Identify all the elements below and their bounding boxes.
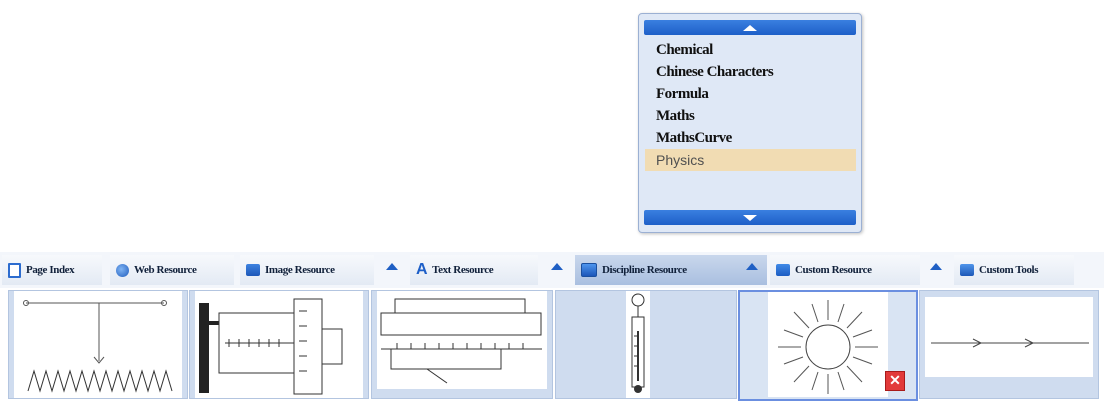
vernier-caliper-image	[377, 291, 547, 389]
globe-icon	[116, 263, 129, 277]
tab-label: Text Resource	[432, 264, 494, 276]
text-a-icon: A	[416, 261, 428, 278]
spring-oscillator-image	[14, 291, 182, 398]
light-source-image	[768, 292, 888, 397]
custom-resource-icon	[776, 264, 790, 276]
tab-label: Web Resource	[134, 264, 197, 276]
thumbnail-spring-oscillator[interactable]	[8, 290, 188, 399]
tab-label: Custom Resource	[795, 264, 872, 276]
page-icon	[8, 262, 21, 278]
micrometer-image	[195, 291, 363, 398]
tab-custom-resource[interactable]: Custom Resource	[770, 255, 920, 285]
menu-item-maths[interactable]: Maths	[645, 105, 856, 127]
tab-discipline-resource[interactable]: Discipline Resource	[575, 255, 767, 285]
chevron-down-icon	[743, 214, 757, 221]
discipline-icon	[581, 263, 597, 277]
resource-tab-bar: Page Index Web Resource Image Resource A…	[0, 252, 1104, 288]
discipline-dropdown: Chemical Chinese Characters Formula Math…	[638, 13, 862, 233]
resource-thumbnail-strip: ✕	[0, 288, 1104, 401]
tab-text-resource[interactable]: A Text Resource	[410, 255, 538, 285]
menu-item-chinese-characters[interactable]: Chinese Characters	[645, 61, 856, 83]
tab-image-resource[interactable]: Image Resource	[240, 255, 374, 285]
menu-item-physics[interactable]: Physics	[645, 149, 856, 171]
text-resource-expand-icon[interactable]	[551, 263, 563, 270]
thumbnail-thermometer[interactable]	[555, 290, 737, 399]
menu-item-chemical[interactable]: Chemical	[645, 39, 856, 61]
thermometer-image	[626, 291, 650, 398]
menu-item-mathscurve[interactable]: MathsCurve	[645, 127, 856, 149]
tab-web-resource[interactable]: Web Resource	[110, 255, 234, 285]
tab-page-index[interactable]: Page Index	[2, 255, 102, 285]
thumbnail-light-ray[interactable]	[919, 290, 1099, 399]
scroll-up-button[interactable]	[644, 20, 856, 35]
custom-resource-expand-icon[interactable]	[930, 263, 942, 270]
image-resource-expand-icon[interactable]	[386, 263, 398, 270]
menu-item-formula[interactable]: Formula	[645, 83, 856, 105]
toolbox-icon	[960, 264, 974, 276]
thumbnail-vernier-caliper[interactable]	[371, 290, 553, 399]
thumbnail-micrometer[interactable]	[189, 290, 369, 399]
tab-label: Discipline Resource	[602, 264, 687, 276]
close-icon[interactable]: ✕	[885, 371, 905, 391]
folder-icon	[246, 264, 260, 276]
tab-label: Page Index	[26, 264, 75, 276]
tab-label: Custom Tools	[979, 264, 1039, 276]
chevron-up-icon	[743, 24, 757, 31]
scroll-down-button[interactable]	[644, 210, 856, 225]
tab-custom-tools[interactable]: Custom Tools	[954, 255, 1074, 285]
tab-label: Image Resource	[265, 264, 335, 276]
discipline-menu-list: Chemical Chinese Characters Formula Math…	[645, 39, 856, 171]
thumbnail-light-source[interactable]: ✕	[738, 290, 918, 401]
light-ray-image	[925, 297, 1093, 377]
discipline-resource-expand-icon[interactable]	[746, 263, 758, 270]
